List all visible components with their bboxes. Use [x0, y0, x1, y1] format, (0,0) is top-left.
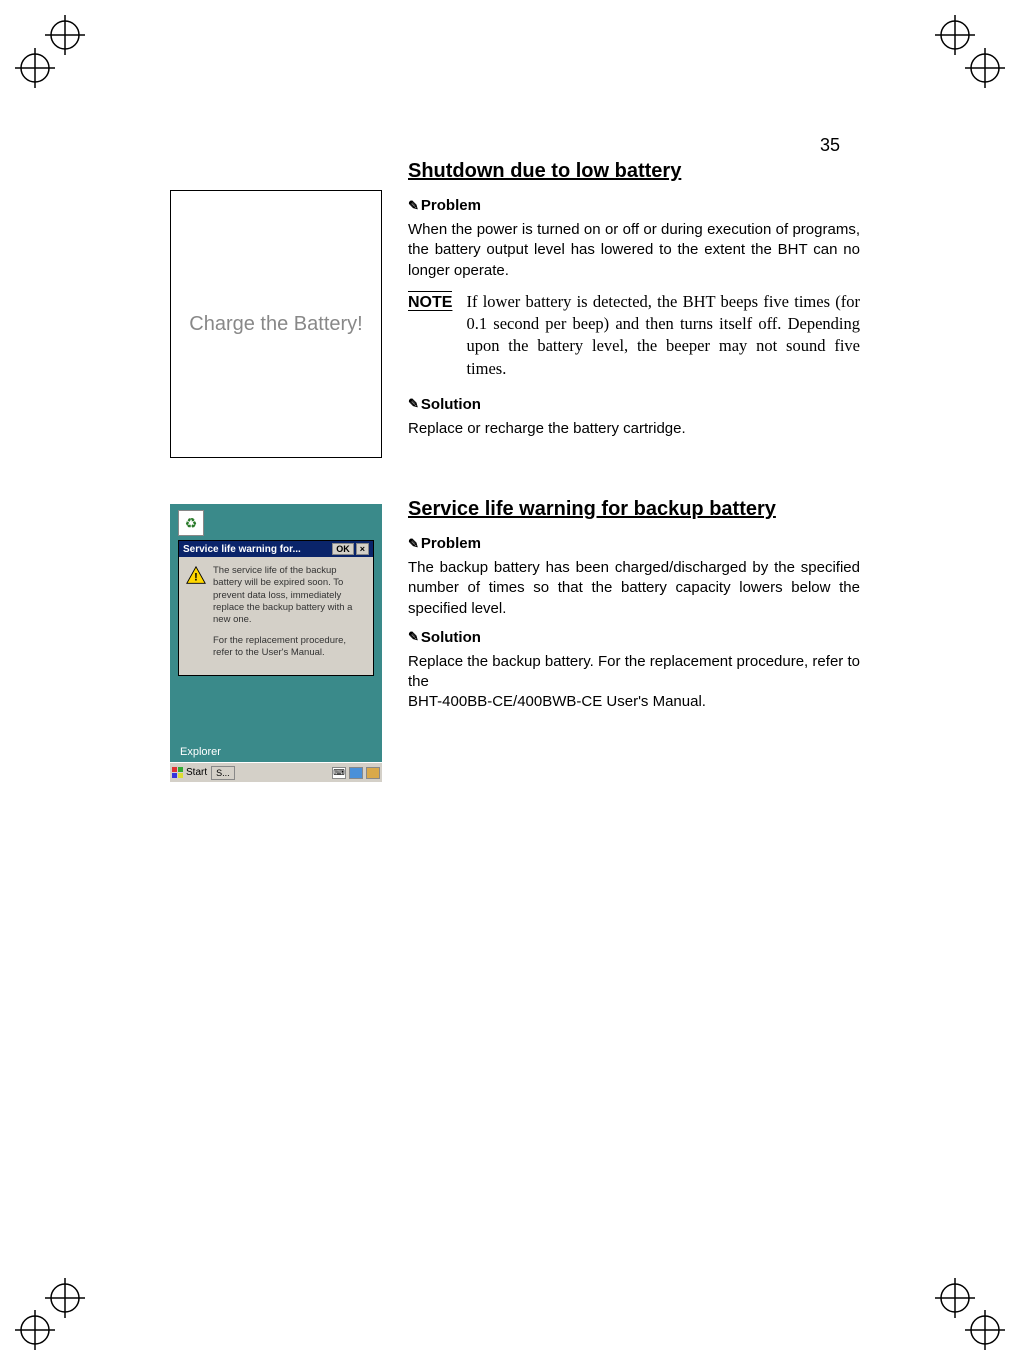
solution-text: Replace the backup battery. For the repl…	[408, 652, 860, 693]
note-label: NOTE	[408, 291, 452, 312]
registration-mark	[5, 10, 95, 100]
keyboard-icon[interactable]: ⌨	[332, 767, 346, 779]
registration-mark	[925, 10, 1015, 100]
registration-mark	[925, 1268, 1015, 1358]
taskbar: Start S... ⌨	[170, 762, 382, 782]
tray-icon[interactable]	[366, 767, 380, 779]
problem-heading: ✎ Problem	[408, 535, 860, 552]
dialog-titlebar: Service life warning for... OK ×	[179, 541, 373, 557]
device-screen-illustration: Charge the Battery!	[170, 190, 382, 458]
tray-icon[interactable]	[349, 767, 363, 779]
section-service-life: ♻ Service life warning for... OK × ! The…	[170, 498, 860, 782]
recycle-bin-icon: ♻	[178, 510, 204, 536]
solution-label: Solution	[421, 629, 481, 646]
problem-label: Problem	[421, 535, 481, 552]
section-shutdown: Charge the Battery! Shutdown due to low …	[170, 160, 860, 458]
explorer-label: Explorer	[180, 746, 221, 758]
solution-text: Replace or recharge the battery cartridg…	[408, 419, 860, 439]
solution-label: Solution	[421, 396, 481, 413]
pencil-icon: ✎	[408, 629, 419, 645]
warning-dialog: Service life warning for... OK × ! The s…	[178, 540, 374, 676]
pencil-icon: ✎	[408, 396, 419, 412]
registration-mark	[5, 1268, 95, 1358]
ok-button[interactable]: OK	[332, 543, 354, 555]
solution-heading: ✎ Solution	[408, 629, 860, 646]
section-title: Service life warning for backup battery	[408, 498, 860, 521]
problem-heading: ✎ Problem	[408, 197, 860, 214]
warning-icon: !	[185, 565, 207, 587]
svg-text:!: !	[194, 572, 198, 584]
system-tray: ⌨	[332, 767, 380, 779]
pencil-icon: ✎	[408, 198, 419, 214]
screen-message: Charge the Battery!	[189, 313, 362, 336]
page-content: Charge the Battery! Shutdown due to low …	[170, 160, 860, 822]
note-box: NOTE If lower battery is detected, the B…	[408, 291, 860, 380]
close-button[interactable]: ×	[356, 543, 369, 555]
solution-manual-ref: BHT-400BB-CE/400BWB-CE User's Manual.	[408, 692, 860, 712]
page-number: 35	[820, 135, 840, 156]
device-screenshot: ♻ Service life warning for... OK × ! The…	[170, 504, 382, 782]
problem-text: When the power is turned on or off or du…	[408, 220, 860, 281]
note-text: If lower battery is detected, the BHT be…	[466, 291, 860, 380]
solution-heading: ✎ Solution	[408, 396, 860, 413]
section-title: Shutdown due to low battery	[408, 160, 860, 183]
dialog-body: ! The service life of the backup battery…	[179, 557, 373, 675]
start-button[interactable]: Start	[172, 767, 207, 779]
windows-icon	[172, 767, 184, 779]
dialog-title-text: Service life warning for...	[183, 544, 332, 555]
pencil-icon: ✎	[408, 536, 419, 552]
taskbar-item[interactable]: S...	[211, 766, 235, 780]
problem-label: Problem	[421, 197, 481, 214]
dialog-message: The service life of the backup battery w…	[213, 565, 367, 667]
problem-text: The backup battery has been charged/disc…	[408, 558, 860, 619]
